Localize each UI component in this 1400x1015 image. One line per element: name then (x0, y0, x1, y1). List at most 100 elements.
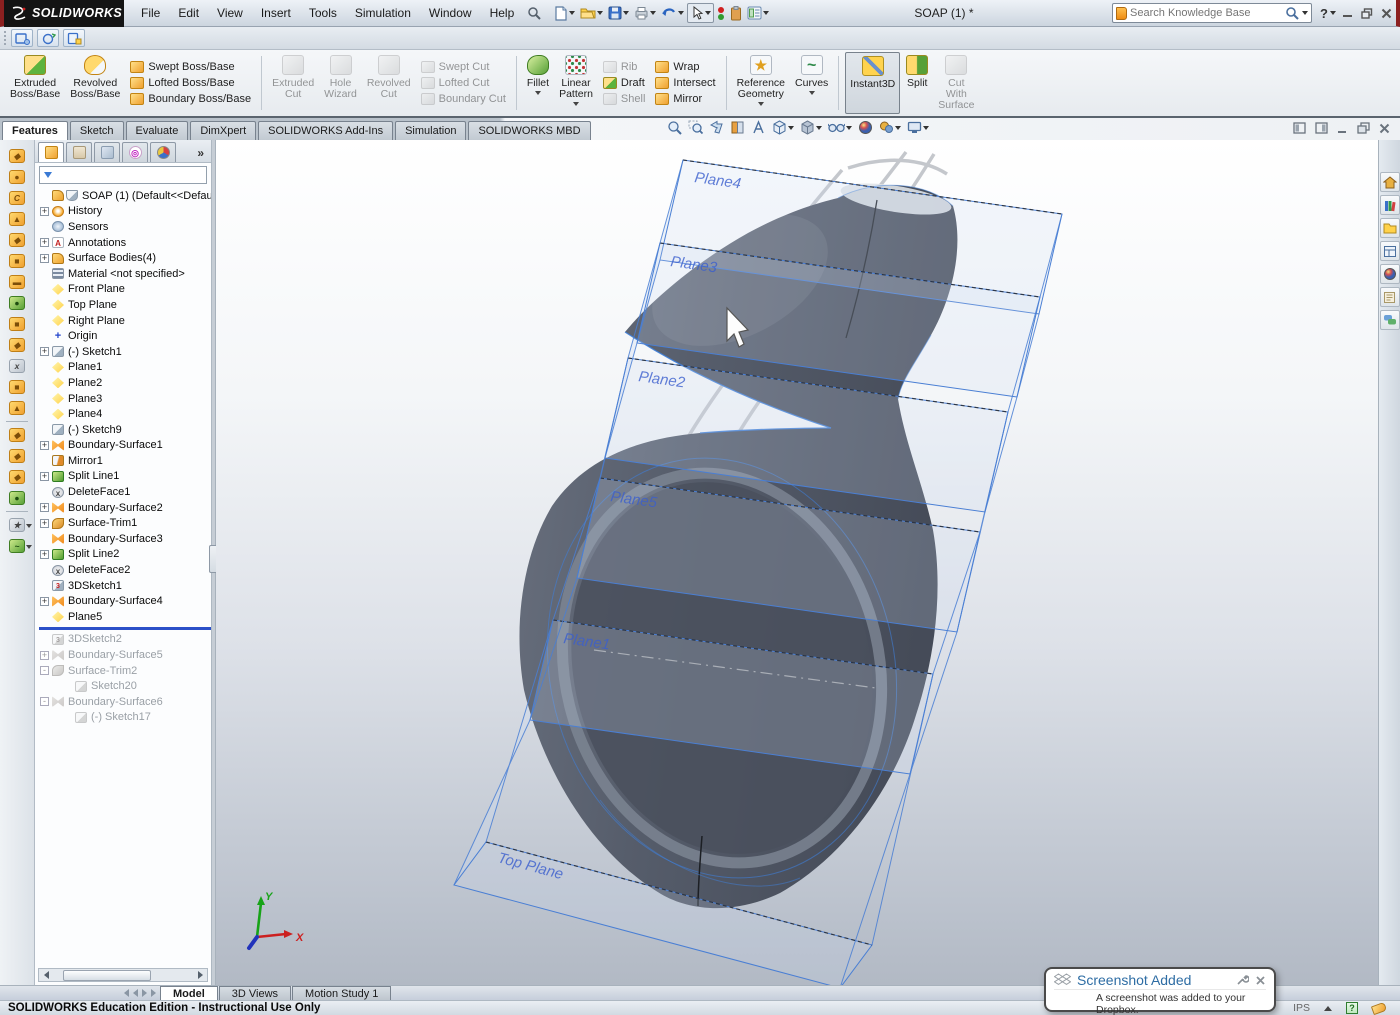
hide-show-caret-icon[interactable] (846, 126, 852, 130)
restore-button[interactable] (1361, 8, 1373, 19)
expand-toggle[interactable] (40, 316, 49, 325)
linear-pattern-caret-icon[interactable] (573, 102, 579, 106)
expand-toggle[interactable] (63, 682, 72, 691)
notification-settings-icon[interactable] (1236, 974, 1249, 986)
draft-button[interactable]: Draft (599, 76, 649, 90)
extend-surface-icon[interactable]: ◆ (3, 467, 31, 486)
swept-surface-icon[interactable]: C (3, 188, 31, 207)
next-tab-icon[interactable] (142, 989, 147, 997)
delete-face-icon[interactable]: x (3, 356, 31, 375)
scrollbar-thumb[interactable] (63, 970, 151, 981)
lofted-boss-base-button[interactable]: Lofted Boss/Base (126, 76, 255, 90)
close-button[interactable] (1381, 8, 1392, 19)
open-caret-icon[interactable] (597, 11, 603, 15)
boundary-cut-button[interactable]: Boundary Cut (417, 92, 510, 106)
tree-item[interactable]: 3 3DSketch1 (37, 578, 211, 594)
expand-toggle[interactable]: - (40, 697, 49, 706)
expand-toggle[interactable]: + (40, 503, 49, 512)
clipboard-options-icon[interactable] (728, 4, 744, 23)
expand-toggle[interactable] (40, 456, 49, 465)
thicken-icon[interactable]: ▲ (3, 398, 31, 417)
open-document-button[interactable] (578, 4, 605, 22)
options-list-button[interactable] (745, 4, 771, 22)
filled-surface-icon[interactable]: ■ (3, 251, 31, 270)
rib-button[interactable]: Rib (599, 60, 649, 74)
view-palette-icon[interactable] (1380, 241, 1400, 261)
prev-tab-icon[interactable] (133, 989, 138, 997)
tree-item[interactable]: + (-) Sketch1 (37, 344, 211, 360)
expand-toggle[interactable] (40, 635, 49, 644)
search-icon[interactable] (1285, 6, 1299, 20)
notification-close-icon[interactable] (1255, 975, 1266, 986)
document-tab[interactable]: 3D Views (219, 986, 291, 1000)
cut-with-surface-button[interactable]: Cut With Surface (934, 52, 978, 114)
tree-item[interactable]: + Split Line1 (37, 469, 211, 485)
expand-toggle[interactable] (40, 394, 49, 403)
graphics-viewport[interactable]: Plane4 Plane3 Plane2 Plane5 (216, 140, 1378, 985)
revolved-surface-icon[interactable]: ● (3, 167, 31, 186)
previous-view-icon[interactable] (707, 119, 726, 136)
tree-item[interactable]: Right Plane (37, 313, 211, 329)
menu-item[interactable]: Tools (300, 2, 346, 24)
expand-toggle[interactable]: + (40, 550, 49, 559)
menu-item[interactable]: Help (481, 2, 524, 24)
scroll-left-icon[interactable] (39, 969, 53, 981)
hide-show-items-icon[interactable] (826, 120, 854, 135)
property-manager-tab[interactable] (66, 142, 92, 162)
status-lights-icon[interactable] (715, 4, 727, 23)
scroll-right-icon[interactable] (193, 969, 207, 981)
sketch-tool-icon[interactable] (11, 29, 33, 47)
tree-item[interactable]: Sensors (37, 219, 211, 235)
untrim-surface-icon[interactable]: ◆ (3, 446, 31, 465)
new-document-button[interactable] (552, 4, 577, 23)
expand-toggle[interactable]: + (40, 519, 49, 528)
menu-item[interactable]: Edit (169, 2, 208, 24)
expand-toggle[interactable]: + (40, 347, 49, 356)
tree-item[interactable]: (-) Sketch17 (37, 710, 211, 726)
rotate-view-tool-icon[interactable] (37, 29, 59, 47)
planar-surface-icon[interactable]: ▬ (3, 272, 31, 291)
file-properties-tool-icon[interactable] (63, 29, 85, 47)
trim-surface-icon[interactable]: ◆ (3, 425, 31, 444)
display-style-icon[interactable] (798, 119, 824, 136)
tree-item[interactable]: + Surface-Trim1 (37, 515, 211, 531)
expand-toggle[interactable]: + (40, 254, 49, 263)
expand-toggle[interactable] (40, 612, 49, 621)
expand-toggle[interactable] (40, 566, 49, 575)
tree-filter[interactable] (39, 166, 207, 184)
menu-item[interactable]: File (132, 2, 169, 24)
curves-caret-icon[interactable] (809, 91, 815, 95)
tree-item[interactable]: Material <not specified> (37, 266, 211, 282)
tree-filter-input[interactable] (56, 170, 202, 181)
menu-item[interactable]: Insert (252, 2, 300, 24)
document-tab[interactable]: Model (160, 986, 218, 1000)
custom-properties-icon[interactable] (1380, 287, 1400, 307)
first-tab-icon[interactable] (124, 989, 129, 997)
command-tab[interactable]: Features (2, 121, 68, 140)
featuremanager-tree-tab[interactable] (38, 142, 64, 162)
fillet-caret-icon[interactable] (535, 91, 541, 95)
shell-button[interactable]: Shell (599, 92, 649, 106)
expand-toggle[interactable] (40, 332, 49, 341)
rollback-bar[interactable] (39, 627, 211, 630)
expand-toggle[interactable] (40, 410, 49, 419)
expand-toggle[interactable]: + (40, 472, 49, 481)
tree-item[interactable]: + History (37, 204, 211, 220)
expand-toggle[interactable] (40, 425, 49, 434)
doc-restore-icon[interactable] (1357, 121, 1370, 139)
section-view-icon[interactable] (728, 119, 747, 136)
tree-item[interactable]: Front Plane (37, 282, 211, 298)
expand-toggle[interactable]: + (40, 238, 49, 247)
dropbox-notification[interactable]: Screenshot Added A screenshot was added … (1044, 967, 1276, 1012)
surface-tool-button[interactable] (3, 509, 31, 513)
tree-item[interactable]: + Boundary-Surface5 (37, 647, 211, 663)
ruled-surface-icon[interactable]: ■ (3, 314, 31, 333)
menu-item[interactable]: Simulation (346, 2, 420, 24)
appearances-icon[interactable] (1380, 264, 1400, 284)
view-orientation-caret-icon[interactable] (788, 126, 794, 130)
tree-item[interactable]: + Origin (37, 328, 211, 344)
expand-toggle[interactable]: + (40, 651, 49, 660)
quick-tips-icon[interactable]: ? (1346, 1002, 1358, 1014)
tree-item[interactable]: - Surface-Trim2 (37, 663, 211, 679)
minimize-button[interactable] (1342, 8, 1353, 18)
